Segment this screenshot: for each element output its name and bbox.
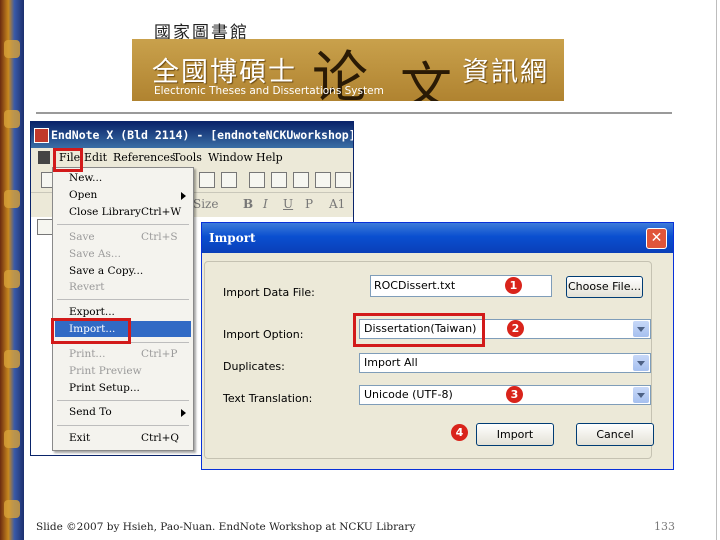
logo-en-text: Electronic Theses and Dissertations Syst… <box>154 85 384 97</box>
step-3-badge: 3 <box>506 386 523 403</box>
tool-icon-3[interactable] <box>249 172 265 188</box>
duplicates-label: Duplicates: <box>223 360 285 373</box>
highlight-import-item <box>51 318 131 344</box>
import-data-file-label: Import Data File: <box>223 286 315 299</box>
underline-button[interactable]: U <box>283 197 293 211</box>
slide-credit: Slide ©2007 by Hsieh, Pao-Nuan. EndNote … <box>36 521 416 533</box>
menu-item-print-setup[interactable]: Print Setup... <box>69 382 140 396</box>
superscript-button[interactable]: A1 <box>329 197 345 211</box>
highlight-file-menu <box>53 148 83 172</box>
shortcut-close-library: Ctrl+W <box>141 206 182 218</box>
tool-icon-2[interactable] <box>221 172 237 188</box>
menu-item-print-preview[interactable]: Print Preview <box>69 365 142 379</box>
step-4-badge: 4 <box>451 424 468 441</box>
ndltd-logo: 全國博碩士 论 文 資訊網 Electronic Theses and Diss… <box>132 39 564 101</box>
menu-window[interactable]: Window <box>208 151 253 164</box>
text-translation-value: Unicode (UTF-8) <box>364 388 453 401</box>
text-translation-label: Text Translation: <box>223 392 313 405</box>
tool-icon-5[interactable] <box>293 172 309 188</box>
duplicates-select[interactable]: Import All <box>359 353 651 373</box>
menu-item-revert[interactable]: Revert <box>69 281 105 295</box>
logo-cn-left: 全國博碩士 <box>152 57 297 88</box>
page-number: 133 <box>654 520 675 533</box>
import-dialog-title: Import <box>209 231 256 245</box>
import-option-label: Import Option: <box>223 328 304 341</box>
menu-separator <box>57 425 189 426</box>
logo-cn-right: 資訊網 <box>462 57 549 88</box>
import-dialog-title-bar: Import ✕ <box>202 223 673 253</box>
decorative-side-bar <box>0 0 24 540</box>
plain-button[interactable]: P <box>305 197 313 211</box>
cancel-button[interactable]: Cancel <box>576 423 654 446</box>
italic-button[interactable]: I <box>263 197 268 211</box>
menu-item-save-as[interactable]: Save As... <box>69 248 121 262</box>
step-2-badge: 2 <box>507 320 524 337</box>
menu-separator <box>57 400 189 401</box>
tool-icon-7[interactable] <box>335 172 351 188</box>
font-size-label[interactable]: Size <box>193 197 218 211</box>
menu-references[interactable]: References <box>113 151 176 164</box>
menu-tools[interactable]: Tools <box>173 151 202 164</box>
shortcut-exit: Ctrl+Q <box>141 432 180 444</box>
step-1-badge: 1 <box>505 277 522 294</box>
shortcut-print: Ctrl+P <box>141 348 178 360</box>
right-border-line <box>716 0 717 540</box>
menu-separator <box>57 299 189 300</box>
menu-item-exit[interactable]: Exit <box>69 432 90 446</box>
import-data-file-field[interactable]: ROCDissert.txt <box>370 275 552 297</box>
duplicates-value: Import All <box>364 356 418 369</box>
header-divider <box>36 112 672 114</box>
submenu-arrow-icon <box>181 192 186 200</box>
dropdown-arrow-icon[interactable] <box>633 355 649 371</box>
endnote-app-icon <box>34 128 49 143</box>
endnote-title-bar: EndNote X (Bld 2114) - [endnoteNCKUworks… <box>31 122 353 148</box>
menu-help[interactable]: Help <box>256 151 283 164</box>
document-icon[interactable] <box>38 151 50 164</box>
choose-file-button[interactable]: Choose File... <box>566 276 643 298</box>
tool-icon-1[interactable] <box>199 172 215 188</box>
import-button[interactable]: Import <box>476 423 554 446</box>
tool-icon-6[interactable] <box>315 172 331 188</box>
endnote-title-text: EndNote X (Bld 2114) - [endnoteNCKUworks… <box>51 128 354 142</box>
menu-item-new[interactable]: New... <box>69 172 102 186</box>
dropdown-arrow-icon[interactable] <box>633 387 649 403</box>
reference-type-icon <box>37 219 53 235</box>
menu-edit[interactable]: Edit <box>84 151 107 164</box>
menu-item-save[interactable]: Save <box>69 231 95 245</box>
tool-icon-4[interactable] <box>271 172 287 188</box>
file-menu-dropdown: New... Open Close Library Ctrl+W Save Ct… <box>52 167 194 451</box>
submenu-arrow-icon <box>181 409 186 417</box>
text-translation-select[interactable]: Unicode (UTF-8) <box>359 385 651 405</box>
close-icon[interactable]: ✕ <box>646 228 667 249</box>
dropdown-arrow-icon[interactable] <box>633 321 649 337</box>
menu-separator <box>57 224 189 225</box>
bold-button[interactable]: B <box>243 197 253 211</box>
menu-item-print[interactable]: Print... <box>69 348 105 362</box>
shortcut-save: Ctrl+S <box>141 231 178 243</box>
highlight-import-option <box>353 313 485 347</box>
menu-item-open[interactable]: Open <box>69 189 97 203</box>
menu-item-save-copy[interactable]: Save a Copy... <box>69 265 143 279</box>
menu-item-send-to[interactable]: Send To <box>69 406 112 420</box>
logo-cn-big2: 文 <box>400 58 453 101</box>
menu-item-close-library[interactable]: Close Library <box>69 206 141 220</box>
